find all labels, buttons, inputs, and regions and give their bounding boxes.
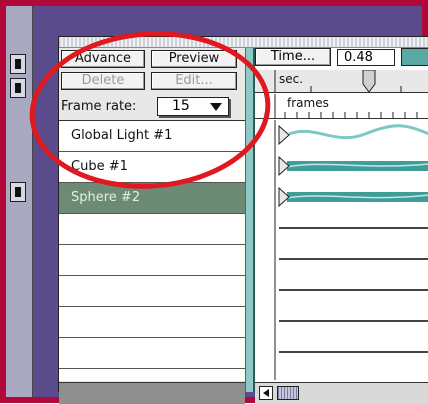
keyframe-icon [278,186,290,208]
object-list: Global Light #1 Cube #1 Sphere #2 [59,120,245,381]
desktop-icon-1[interactable] [10,54,26,74]
list-item[interactable] [59,214,245,245]
list-item[interactable] [59,276,245,307]
seconds-label: sec. [279,72,304,86]
object-list-scrollbar[interactable] [59,382,245,404]
image-frame: Advance Preview Delete Edit... Frame rat… [0,0,428,404]
arrow-left-icon[interactable] [259,386,273,400]
tracks-svg [274,120,428,380]
timeline-panel: Time... 0.48 sec. frames [255,48,428,404]
playhead-icon[interactable] [362,70,376,92]
list-item-label: Sphere #2 [71,190,141,205]
preview-button[interactable]: Preview [151,50,237,68]
object-panel: Advance Preview Delete Edit... Frame rat… [59,48,245,404]
desktop-icon-2[interactable] [10,78,26,98]
time-value-field[interactable]: 0.48 [337,49,395,66]
window-titlebar[interactable] [59,37,428,48]
list-item[interactable]: Global Light #1 [59,121,245,152]
list-item-label: Global Light #1 [71,128,173,143]
list-item-label: Cube #1 [71,159,128,174]
keyframe-icon [278,124,290,146]
desktop-icon-3[interactable] [10,182,26,202]
advance-button[interactable]: Advance [61,50,145,68]
triangle-down-icon [210,103,222,111]
delete-button[interactable]: Delete [61,72,145,90]
track-sphere[interactable] [278,186,428,208]
list-item[interactable]: Cube #1 [59,152,245,183]
panel-divider[interactable] [245,48,255,392]
frame-rate-popup[interactable]: 15 [157,97,229,116]
scroll-thumb[interactable] [277,386,299,400]
empty-tracks [279,227,428,353]
list-item-selected[interactable]: Sphere #2 [59,183,245,214]
time-button[interactable]: Time... [255,48,331,66]
track-cube[interactable] [278,155,428,177]
frames-label: frames [287,96,329,110]
track-global-light[interactable] [278,124,428,146]
frame-rate-label: Frame rate: [61,99,137,114]
frames-ruler-ticks [274,94,418,118]
track-area [255,120,428,380]
timeline-scrollbar[interactable] [255,382,428,404]
list-item[interactable] [59,245,245,276]
keyframe-icon [278,155,290,177]
animation-window: Advance Preview Delete Edit... Frame rat… [58,36,428,404]
frame-rate-value: 15 [172,98,190,114]
time-field-extra [401,48,428,66]
frames-ruler[interactable]: frames [255,94,428,119]
list-item[interactable] [59,338,245,369]
list-item[interactable] [59,307,245,338]
seconds-ruler[interactable]: sec. [255,70,428,93]
edit-button[interactable]: Edit... [151,72,237,90]
desktop-side-strip [6,6,33,397]
